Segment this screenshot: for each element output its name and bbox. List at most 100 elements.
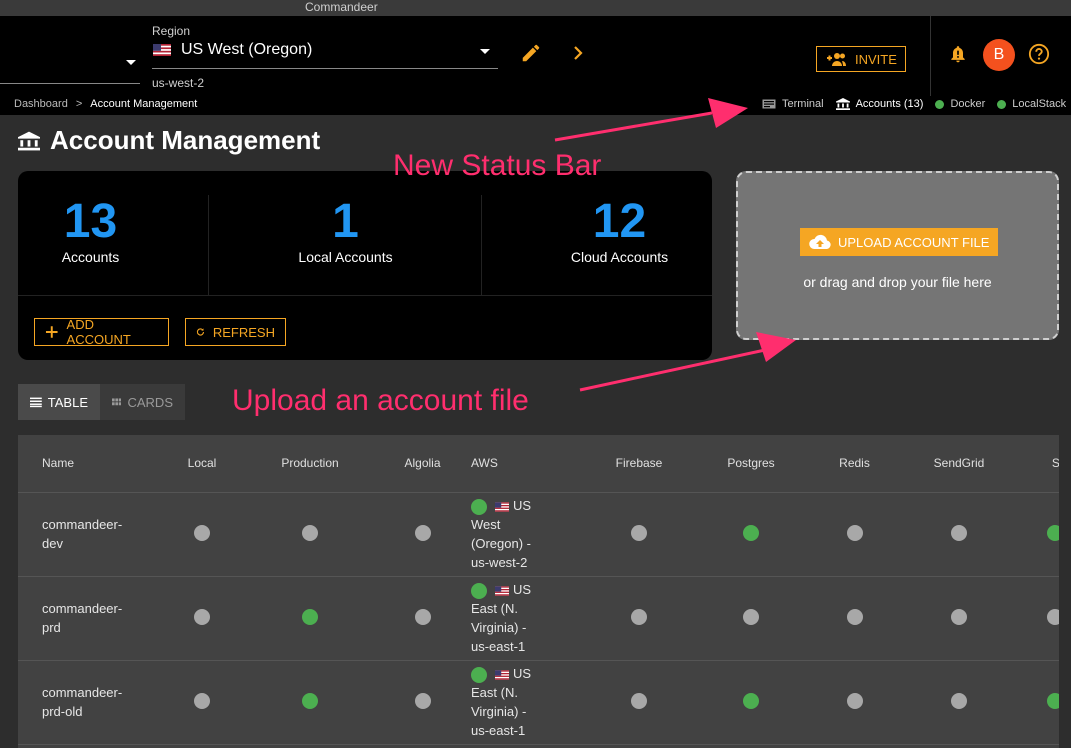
- bank-icon: [18, 131, 40, 150]
- aws-region-line: West: [471, 517, 501, 532]
- stat-local-value: 1: [332, 195, 359, 248]
- redis-status-dot: [846, 692, 863, 709]
- stat-cloud-value: 12: [592, 195, 647, 248]
- header-divider: [930, 16, 931, 96]
- aws-region-line: East (N.: [471, 685, 518, 700]
- column-header-local[interactable]: Local: [158, 435, 246, 493]
- view-toggle: TABLE CARDS: [18, 384, 185, 420]
- production-status-dot: [302, 692, 318, 709]
- add-account-label: ADD ACCOUNT: [66, 317, 131, 347]
- chevron-right-icon[interactable]: [570, 44, 586, 62]
- postgres-status-dot: [743, 608, 759, 625]
- bell-icon[interactable]: [948, 44, 968, 64]
- table-view-label: TABLE: [47, 394, 88, 410]
- table-view-button[interactable]: TABLE: [18, 384, 100, 420]
- column-header-firebase[interactable]: Firebase: [584, 435, 694, 493]
- status-localstack[interactable]: LocalStack: [1012, 98, 1066, 110]
- help-icon[interactable]: [1028, 43, 1050, 65]
- account-name-cell[interactable]: commandeer- prd-old: [18, 660, 158, 745]
- column-header-si[interactable]: SI: [1017, 435, 1059, 493]
- column-header-redis[interactable]: Redis: [808, 435, 901, 493]
- firebase-cell: [584, 576, 694, 661]
- aws-region-line: US: [513, 582, 532, 597]
- invite-button[interactable]: INVITE: [816, 46, 906, 72]
- upload-account-file-button[interactable]: UPLOAD ACCOUNT FILE: [800, 228, 998, 256]
- grid-icon: [112, 398, 122, 406]
- status-accounts[interactable]: Accounts (13): [856, 98, 924, 110]
- aws-region-line: East (N.: [471, 601, 518, 616]
- aws-region-line: us-east-1: [471, 639, 526, 654]
- aws-region-line: (Oregon) -: [471, 536, 531, 551]
- stat-cloud-label: Cloud Accounts: [570, 249, 669, 265]
- list-icon: [30, 397, 42, 408]
- algolia-status-dot: [414, 692, 431, 709]
- si-status-dot: [1047, 524, 1059, 541]
- account-name-cell[interactable]: commandeer- dev: [18, 492, 158, 577]
- stat-local-accounts: 1 Local Accounts: [258, 195, 433, 295]
- sendgrid-status-dot: [951, 524, 967, 541]
- production-cell: [246, 492, 374, 577]
- aws-cell: US East (N. Virginia) - us-east-1: [471, 576, 584, 661]
- refresh-icon: [196, 328, 205, 336]
- sendgrid-status-dot: [951, 608, 967, 625]
- avatar[interactable]: B: [983, 39, 1015, 71]
- si-status-dot: [1047, 608, 1059, 625]
- us-flag-icon: [153, 44, 171, 56]
- sendgrid-cell: [901, 576, 1017, 661]
- account-name-cell[interactable]: commandeer- prd: [18, 576, 158, 661]
- upload-dropzone[interactable]: UPLOAD ACCOUNT FILE or drag and drop you…: [736, 171, 1059, 340]
- aws-cell: US West (Oregon) - us-west-2: [471, 492, 584, 577]
- status-bar: Terminal Accounts (13) Docker LocalStack: [762, 98, 1066, 110]
- table-row[interactable]: commandeer- dev US West (Oregon) - us-we…: [18, 492, 1059, 577]
- account-name-line: prd: [42, 620, 61, 635]
- aws-region-line: Virginia) -: [471, 704, 527, 719]
- stat-accounts: 13 Accounts: [18, 195, 163, 295]
- table-row[interactable]: commandeer- prd-old US East (N. Virginia…: [18, 660, 1059, 745]
- cards-view-button[interactable]: CARDS: [100, 384, 185, 420]
- si-cell: [1017, 492, 1059, 577]
- account-select[interactable]: [0, 46, 140, 84]
- column-header-aws[interactable]: AWS: [471, 435, 584, 493]
- column-header-name[interactable]: Name: [18, 435, 158, 493]
- postgres-status-dot: [743, 692, 759, 709]
- accounts-table: Name Local Production Algolia AWS Fireba…: [18, 435, 1059, 748]
- refresh-button[interactable]: REFRESH: [185, 318, 286, 346]
- local-status-dot: [194, 524, 210, 541]
- local-cell: [158, 660, 246, 745]
- algolia-cell: [374, 660, 471, 745]
- breadcrumb-separator: >: [75, 98, 83, 110]
- cards-view-label: CARDS: [127, 394, 173, 410]
- local-status-dot: [194, 692, 210, 709]
- caret-down-icon: [126, 60, 136, 65]
- us-flag-icon: [495, 585, 509, 596]
- aws-region-line: US: [513, 666, 532, 681]
- add-account-button[interactable]: ADD ACCOUNT: [34, 317, 169, 347]
- pencil-icon[interactable]: [520, 42, 542, 64]
- production-status-dot: [302, 608, 318, 625]
- si-cell: [1017, 576, 1059, 661]
- stat-local-label: Local Accounts: [298, 249, 393, 265]
- redis-cell: [808, 492, 901, 577]
- us-flag-icon: [495, 669, 509, 680]
- region-select[interactable]: Region US West (Oregon): [152, 24, 498, 69]
- account-name-line: prd-old: [42, 704, 83, 719]
- aws-cell: US East (N. Virginia) - us-east-1: [471, 660, 584, 745]
- stats-card: 13 Accounts 1 Local Accounts 12 Cloud Ac…: [18, 171, 712, 360]
- sendgrid-cell: [901, 660, 1017, 745]
- table-row[interactable]: commandeer- prd US East (N. Virginia) - …: [18, 576, 1059, 661]
- breadcrumb-dashboard[interactable]: Dashboard: [14, 98, 68, 110]
- column-header-algolia[interactable]: Algolia: [374, 435, 471, 493]
- aws-status-dot: [471, 666, 487, 683]
- status-docker[interactable]: Docker: [950, 98, 985, 110]
- column-header-sendgrid[interactable]: SendGrid: [901, 435, 1017, 493]
- aws-status-dot: [471, 582, 487, 599]
- region-code: us-west-2: [152, 76, 205, 90]
- aws-region-line: us-west-2: [471, 555, 528, 570]
- column-header-postgres[interactable]: Postgres: [694, 435, 808, 493]
- aws-status-dot: [471, 498, 487, 515]
- redis-status-dot: [846, 524, 863, 541]
- status-terminal[interactable]: Terminal: [782, 98, 824, 110]
- column-header-production[interactable]: Production: [246, 435, 374, 493]
- account-name-line: dev: [42, 536, 63, 551]
- annotation-status-bar: New Status Bar: [393, 149, 602, 182]
